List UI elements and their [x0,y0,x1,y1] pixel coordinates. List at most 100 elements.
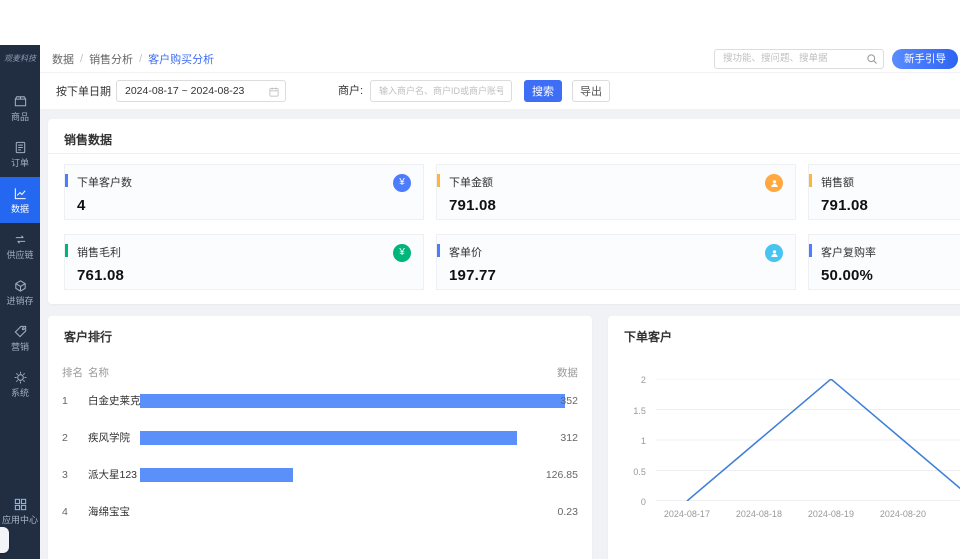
stat-accent-bar [809,174,812,187]
supply-chain-icon [13,232,28,247]
screen: 观麦科技 商品订单数据供应链进销存营销系统 应用中心 数据/销售分析/客户购买分… [0,0,960,559]
line-chart-svg [656,379,960,501]
sales-data-card: 销售数据 下单客户数4¥下单金额791.08销售额791.08销售毛利761.0… [48,119,960,304]
sidebar-item-system[interactable]: 系统 [0,361,40,407]
bar-track [140,505,578,519]
sales-stats-grid: 下单客户数4¥下单金额791.08销售额791.08销售毛利761.08¥客单价… [48,154,960,304]
inventory-icon [13,278,28,293]
stat-label: 销售毛利 [77,244,411,260]
stat-tile: 下单客户数4¥ [64,164,424,220]
brand-logo: 观麦科技 [0,45,40,71]
stat-accent-bar [437,174,440,187]
rank-value: 352 [560,395,578,407]
line-chart: 00.511.52 2024-08-172024-08-182024-08-19… [624,375,960,559]
sidebar-item-label: 营销 [9,342,31,352]
stat-tile: 销售毛利761.08¥ [64,234,424,290]
sidebar-item-marketing[interactable]: 营销 [0,315,40,361]
ranking-row: 3派大星123126.85 [62,456,578,493]
bottom-row: 客户排行 排名 名称 数据 1白金史莱克3522疾风学院3123派大星12312… [48,316,960,559]
ranking-row: 4海绵宝宝 0.23 [62,493,578,530]
sidebar-item-inventory[interactable]: 进销存 [0,269,40,315]
y-tick-label: 2 [620,375,646,385]
customer-name: 白金史莱克 [88,393,140,408]
box-icon [13,94,28,109]
content-area: 销售数据 下单客户数4¥下单金额791.08销售额791.08销售毛利761.0… [40,109,960,559]
x-tick-label: 2024-08-20 [872,509,934,519]
sidebar: 观麦科技 商品订单数据供应链进销存营销系统 应用中心 [0,45,40,559]
beginner-guide-button[interactable]: 新手引导 [892,49,958,69]
stat-accent-bar [65,174,68,187]
breadcrumb-item[interactable]: 客户购买分析 [148,51,214,67]
filter-bar: 按下单日期 商户: 搜索 导出 [40,74,960,109]
stat-value: 197.77 [449,267,783,284]
stat-accent-bar [809,244,812,257]
stat-tile: 客户复购率50.00% [808,234,960,290]
bar-track [140,431,578,445]
x-tick-label: 2024-08-19 [800,509,862,519]
sidebar-expand-handle[interactable] [0,527,9,553]
merchant-search-input[interactable] [370,80,512,102]
customer-ranking-card: 客户排行 排名 名称 数据 1白金史莱克3522疾风学院3123派大星12312… [48,316,592,559]
rank-value: 312 [560,432,578,444]
app-window: 观麦科技 商品订单数据供应链进销存营销系统 应用中心 数据/销售分析/客户购买分… [0,45,960,559]
rank-value: 0.23 [558,506,578,518]
sidebar-item-label: 商品 [9,112,31,122]
ranking-row: 2疾风学院 312 [62,419,578,456]
customer-name: 疾风学院 [88,430,140,445]
marketing-icon [13,324,28,339]
card-title: 客户排行 [62,316,578,350]
date-type-dropdown[interactable]: 按下单日期 [56,80,124,102]
sidebar-item-label: 供应链 [4,250,35,260]
y-axis-labels: 00.511.52 [624,379,650,501]
ranking-table-header: 排名 名称 数据 [62,362,578,382]
breadcrumb: 数据 / 销售分析 / 客户购买分析 [52,51,214,67]
sidebar-item-goods[interactable]: 商品 [0,85,40,131]
stat-label: 销售额 [821,174,960,190]
customer-name: 海绵宝宝 [88,504,140,519]
stat-value: 4 [77,197,411,214]
breadcrumb-separator: / [80,53,83,65]
stat-accent-bar [437,244,440,257]
search-button[interactable]: 搜索 [524,80,562,102]
breadcrumb-separator: / [139,53,142,65]
rank-number: 4 [62,506,88,518]
global-search-input[interactable] [714,49,884,69]
y-tick-label: 1.5 [620,406,646,416]
sidebar-item-orders[interactable]: 订单 [0,131,40,177]
sidebar-item-label: 订单 [9,158,31,168]
order-icon [13,140,28,155]
stat-tile: 销售额 791.08 [808,164,960,220]
ranking-row: 1白金史莱克352 [62,382,578,419]
app-grid-icon [13,497,28,512]
sidebar-item-data[interactable]: 数据 [0,177,40,223]
gear-icon [13,370,28,385]
bar [140,468,293,482]
sidebar-item-label: 数据 [9,204,31,214]
stat-label: 客户复购率 [821,244,960,260]
stat-value: 761.08 [77,267,411,284]
top-whitespace [0,0,960,45]
sidebar-item-app-center[interactable]: 应用中心 [0,497,40,525]
search-icon[interactable] [866,52,878,64]
export-button[interactable]: 导出 [572,80,610,102]
header-bar: 数据 / 销售分析 / 客户购买分析 新手引导 [40,45,960,73]
x-tick-label: 2024-08-17 [656,509,718,519]
rank-number: 2 [62,432,88,444]
chart-icon [13,186,28,201]
rank-number: 3 [62,469,88,481]
date-range-picker [116,80,286,102]
column-rank: 排名 [62,365,88,380]
merchant-label: 商户: [338,80,363,102]
date-range-input[interactable] [116,80,286,102]
breadcrumb-item[interactable]: 销售分析 [89,51,133,67]
sidebar-item-supply-chain[interactable]: 供应链 [0,223,40,269]
breadcrumb-item[interactable]: 数据 [52,51,74,67]
bar-track [140,394,578,408]
stat-label: 下单客户数 [77,174,411,190]
stat-value: 791.08 [821,197,960,214]
bar [140,431,517,445]
header-right: 新手引导 [714,48,958,69]
column-value: 数据 [557,365,578,380]
column-name: 名称 [88,365,140,380]
calendar-icon[interactable] [268,85,280,97]
